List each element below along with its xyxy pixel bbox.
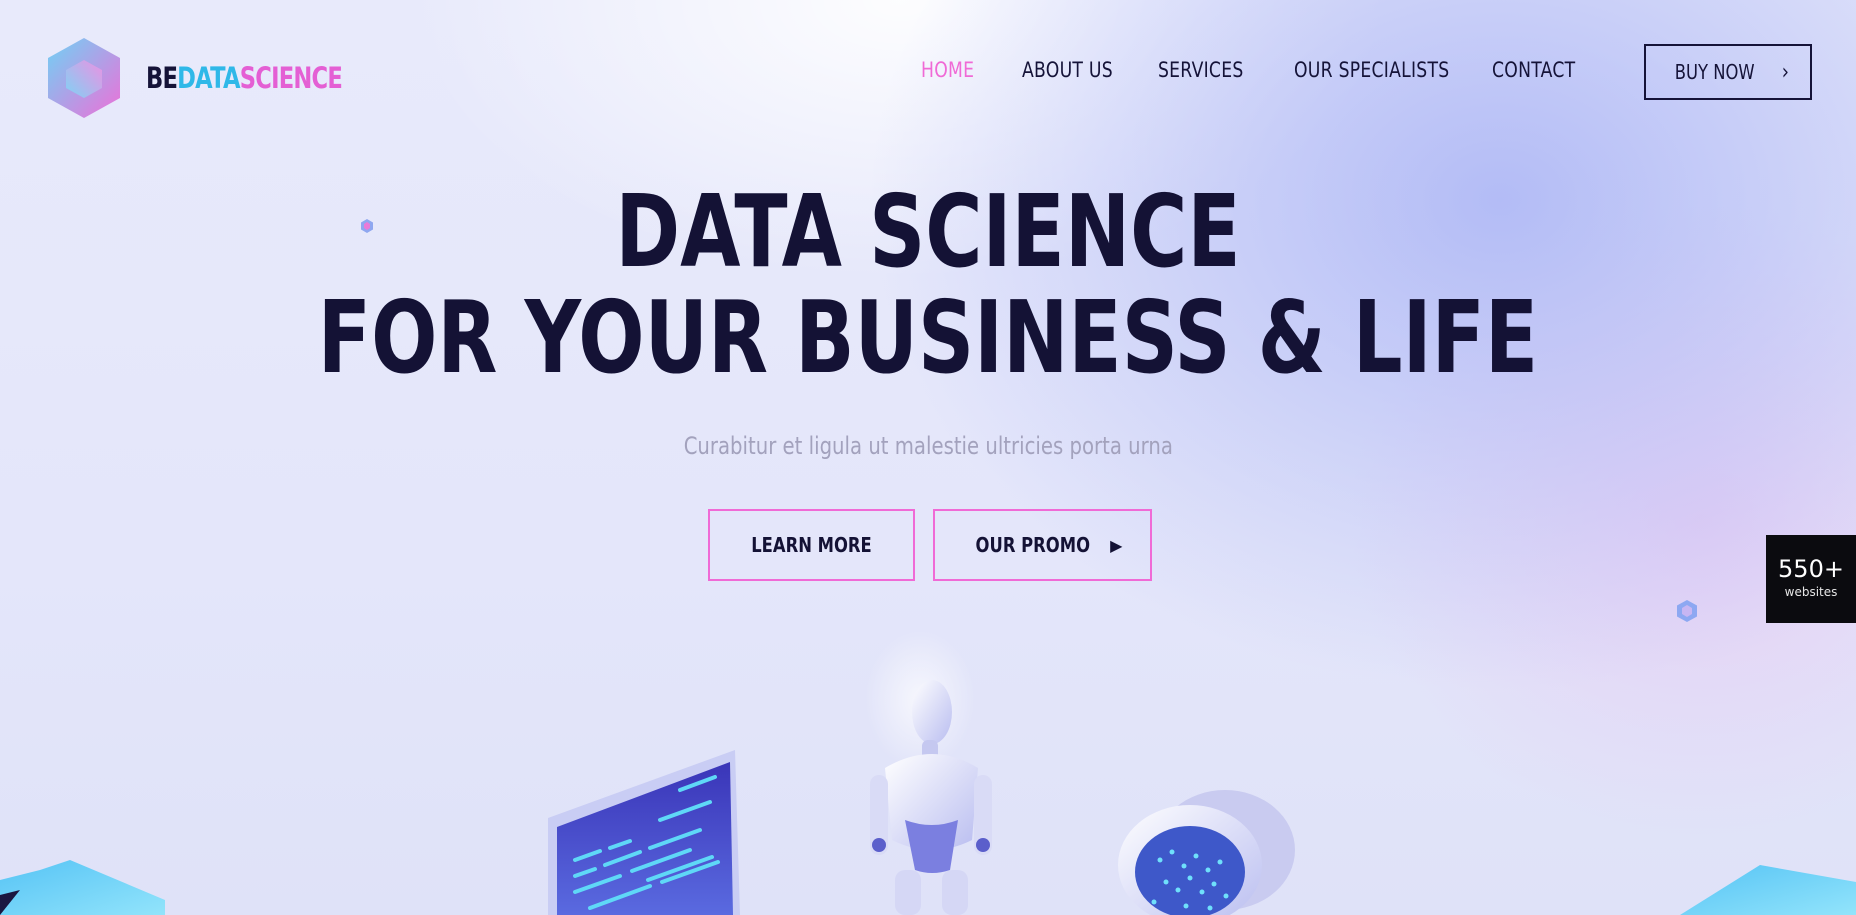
logo[interactable]: BEDATASCIENCE bbox=[44, 36, 397, 120]
hexagon-logo-icon bbox=[48, 38, 120, 118]
chevron-right-icon: › bbox=[1782, 59, 1790, 85]
robot-illustration bbox=[865, 630, 992, 915]
badge-count: 550+ bbox=[1778, 555, 1844, 583]
our-promo-label: OUR PROMO bbox=[975, 533, 1090, 557]
nav-item-services[interactable]: SERVICES bbox=[1158, 58, 1243, 82]
our-promo-button[interactable]: OUR PROMO ▶ bbox=[933, 509, 1152, 581]
hero-illustration bbox=[0, 630, 1856, 915]
websites-badge[interactable]: 550+ websites bbox=[1766, 535, 1856, 623]
nav-item-our-specialists[interactable]: OUR SPECIALISTS bbox=[1294, 58, 1449, 82]
site-header: BEDATASCIENCE HOME ABOUT US SERVICES OUR… bbox=[0, 0, 1856, 150]
buy-now-button[interactable]: BUY NOW › bbox=[1644, 44, 1812, 100]
hero-subtitle-text: Curabitur et ligula ut malestie ultricie… bbox=[683, 432, 1173, 460]
logo-text-be: BE bbox=[146, 61, 178, 95]
data-ring-illustration bbox=[1118, 790, 1295, 915]
logo-text-data: DATA bbox=[177, 61, 240, 95]
logo-wordmark: BEDATASCIENCE bbox=[146, 61, 343, 95]
nav-item-about-us[interactable]: ABOUT US bbox=[1022, 58, 1113, 82]
decorative-hex-dot bbox=[361, 219, 373, 233]
play-triangle-icon: ▶ bbox=[1110, 535, 1123, 555]
monitor-illustration bbox=[548, 750, 740, 915]
nav-item-home[interactable]: HOME bbox=[921, 58, 974, 82]
hero-title-line-1-text: DATA SCIENCE bbox=[615, 173, 1241, 290]
learn-more-label: LEARN MORE bbox=[751, 533, 872, 557]
learn-more-button[interactable]: LEARN MORE bbox=[708, 509, 915, 581]
hero-title-line-2-text: FOR YOUR BUSINESS & LIFE bbox=[317, 279, 1539, 396]
hero-subtitle: Curabitur et ligula ut malestie ultricie… bbox=[0, 432, 1856, 460]
logo-text-science: SCIENCE bbox=[239, 61, 343, 95]
buy-now-label: BUY NOW bbox=[1674, 60, 1755, 84]
hero-title-line-1: DATA SCIENCE bbox=[0, 182, 1856, 282]
badge-label: websites bbox=[1784, 585, 1838, 599]
nav-item-contact[interactable]: CONTACT bbox=[1492, 58, 1575, 82]
hero-title-line-2: FOR YOUR BUSINESS & LIFE bbox=[0, 288, 1856, 388]
decorative-hex-dot-right bbox=[1677, 600, 1697, 622]
